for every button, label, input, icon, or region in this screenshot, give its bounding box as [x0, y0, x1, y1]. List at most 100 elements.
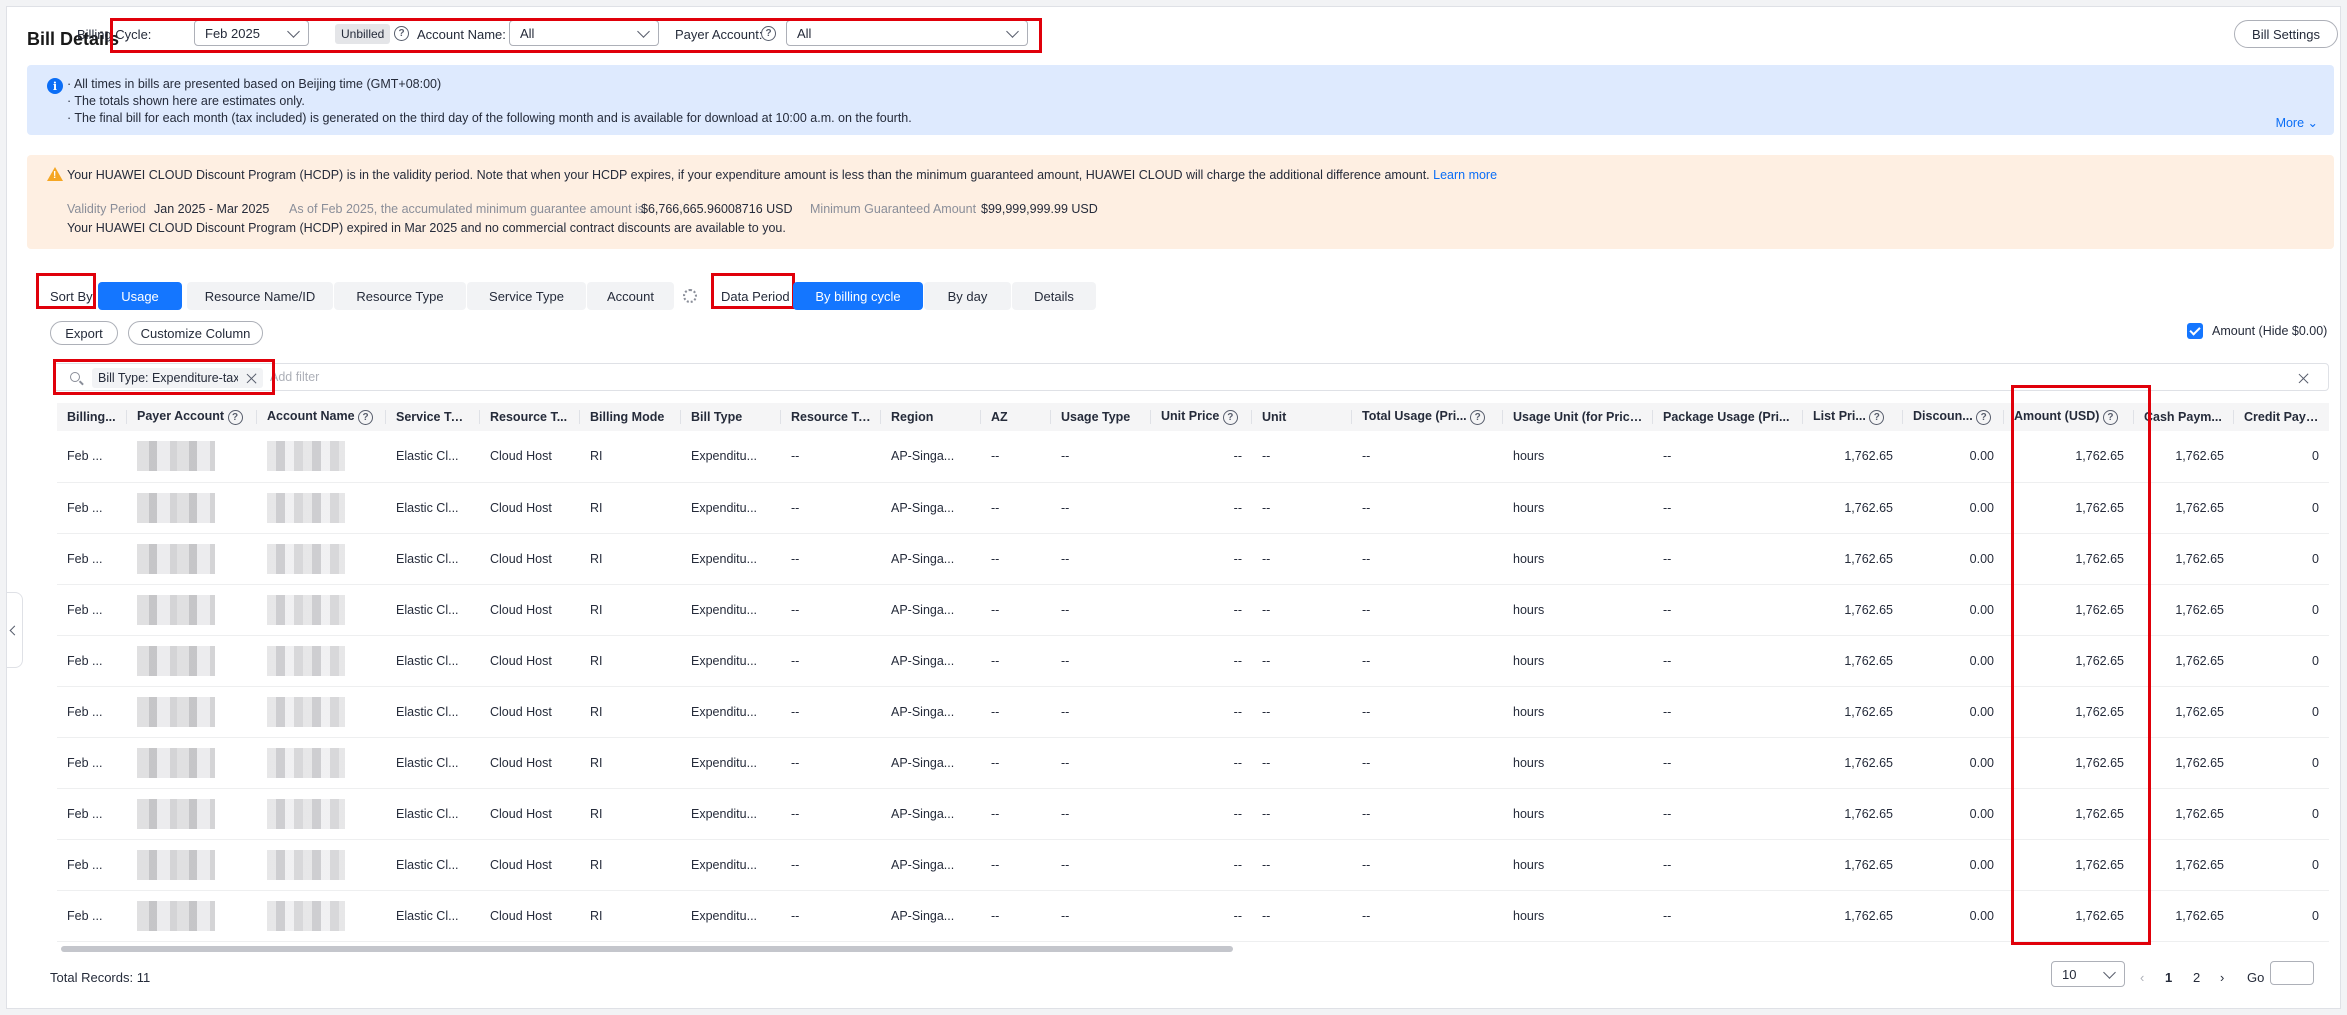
- col-resource-tag[interactable]: Resource Tag: [781, 403, 881, 431]
- col-list-price[interactable]: List Pri... ?: [1803, 403, 1903, 431]
- next-page-icon[interactable]: ›: [2220, 970, 2224, 985]
- col-usage-unit[interactable]: Usage Unit (for Prici...: [1503, 403, 1653, 431]
- info-line: · The final bill for each month (tax inc…: [67, 111, 912, 125]
- filter-bar[interactable]: Bill Type: Expenditure-tax Add filter: [53, 363, 2329, 391]
- col-resource-type[interactable]: Resource T...: [480, 403, 580, 431]
- cell-region: AP-Singa...: [881, 686, 981, 738]
- col-bill-type[interactable]: Bill Type: [681, 403, 781, 431]
- col-billing-cycle[interactable]: Billing...: [57, 403, 127, 431]
- col-package-usage[interactable]: Package Usage (Pri...: [1653, 403, 1803, 431]
- col-usage-type[interactable]: Usage Type: [1051, 403, 1151, 431]
- cell-resource-type: Cloud Host: [480, 533, 580, 585]
- clear-filter-icon[interactable]: [2298, 373, 2309, 384]
- cell-unit: --: [1252, 431, 1352, 483]
- close-icon[interactable]: [246, 373, 257, 384]
- table-row[interactable]: Feb ... Elastic Cl... Cloud Host RI Expendit…: [57, 431, 2329, 483]
- table-row[interactable]: Feb ... Elastic Cl... Cloud Host RI Expendit…: [57, 890, 2329, 942]
- cell-amount: 1,762.65: [2004, 686, 2134, 738]
- redacted-value: [267, 696, 345, 727]
- cell-service: Elastic Cl...: [386, 839, 480, 891]
- redacted-value: [137, 900, 215, 931]
- gear-icon[interactable]: [683, 289, 697, 303]
- cell-mode: RI: [580, 482, 681, 534]
- tab-details[interactable]: Details: [1012, 282, 1096, 310]
- col-amount[interactable]: Amount (USD) ?: [2004, 403, 2134, 431]
- col-az[interactable]: AZ: [981, 403, 1051, 431]
- col-unit[interactable]: Unit: [1252, 403, 1352, 431]
- table-row[interactable]: Feb ... Elastic Cl... Cloud Host RI Expendit…: [57, 584, 2329, 636]
- cell-total-usage: --: [1352, 584, 1503, 636]
- col-billing-mode[interactable]: Billing Mode: [580, 403, 681, 431]
- sidebar-collapse-handle[interactable]: [7, 592, 23, 668]
- cell-package: --: [1653, 533, 1803, 585]
- col-credit-payment[interactable]: Credit Payme: [2234, 403, 2329, 431]
- filter-tag[interactable]: Bill Type: Expenditure-tax: [92, 368, 263, 388]
- cell-unit-price: --: [1151, 890, 1252, 942]
- table-row[interactable]: Feb ... Elastic Cl... Cloud Host RI Expendit…: [57, 482, 2329, 534]
- table-row[interactable]: Feb ... Elastic Cl... Cloud Host RI Expendit…: [57, 737, 2329, 789]
- tab-account[interactable]: Account: [587, 282, 674, 310]
- cell-credit: 0: [2234, 431, 2329, 483]
- more-link[interactable]: More ⌄: [2276, 115, 2318, 130]
- tab-service-type[interactable]: Service Type: [467, 282, 586, 310]
- tab-by-day[interactable]: By day: [924, 282, 1011, 310]
- help-icon[interactable]: ?: [394, 26, 409, 41]
- table-row[interactable]: Feb ... Elastic Cl... Cloud Host RI Expendit…: [57, 788, 2329, 840]
- col-total-usage[interactable]: Total Usage (Pri... ?: [1352, 403, 1503, 431]
- table-row[interactable]: Feb ... Elastic Cl... Cloud Host RI Expendit…: [57, 839, 2329, 891]
- cell-amount: 1,762.65: [2004, 431, 2134, 483]
- cell-bill-type: Expenditu...: [681, 737, 781, 789]
- tab-resource-type[interactable]: Resource Type: [334, 282, 466, 310]
- help-icon[interactable]: ?: [761, 26, 776, 41]
- horizontal-scrollbar[interactable]: [61, 946, 1233, 952]
- cell-amount: 1,762.65: [2004, 839, 2134, 891]
- redacted-value: [267, 900, 345, 931]
- cell-total-usage: --: [1352, 737, 1503, 789]
- cell-tag: --: [781, 584, 881, 636]
- learn-more-link[interactable]: Learn more: [1433, 168, 1497, 182]
- bill-settings-button[interactable]: Bill Settings: [2234, 20, 2338, 48]
- col-discount[interactable]: Discoun... ?: [1903, 403, 2004, 431]
- redacted-value: [267, 849, 345, 880]
- col-service-type[interactable]: Service Type: [386, 403, 480, 431]
- payer-account-select[interactable]: All: [786, 20, 1028, 46]
- col-payer-account[interactable]: Payer Account ?: [127, 403, 257, 431]
- cell-billing: Feb ...: [57, 686, 127, 738]
- cell-amount: 1,762.65: [2004, 737, 2134, 789]
- cell-service: Elastic Cl...: [386, 482, 480, 534]
- table-row[interactable]: Feb ... Elastic Cl... Cloud Host RI Expendit…: [57, 686, 2329, 738]
- cell-service: Elastic Cl...: [386, 635, 480, 687]
- filter-input[interactable]: Add filter: [270, 370, 319, 384]
- col-cash-payment[interactable]: Cash Paym...: [2134, 403, 2234, 431]
- cell-usage-unit: hours: [1503, 584, 1653, 636]
- page-size-select[interactable]: 10: [2051, 961, 2125, 987]
- cell-unit-price: --: [1151, 839, 1252, 891]
- col-region[interactable]: Region: [881, 403, 981, 431]
- customize-column-button[interactable]: Customize Column: [128, 321, 263, 345]
- tab-by-billing-cycle[interactable]: By billing cycle: [793, 282, 923, 310]
- export-button[interactable]: Export: [50, 321, 118, 345]
- cell-az: --: [981, 482, 1051, 534]
- col-unit-price[interactable]: Unit Price ?: [1151, 403, 1252, 431]
- page-1[interactable]: 1: [2165, 970, 2172, 985]
- tab-usage[interactable]: Usage: [98, 282, 182, 310]
- redacted-value: [137, 492, 215, 523]
- payer-account-cell: [127, 890, 257, 942]
- col-account-name[interactable]: Account Name ?: [257, 403, 386, 431]
- validity-label: Validity Period: [67, 202, 146, 216]
- tab-resource-name[interactable]: Resource Name/ID: [187, 282, 333, 310]
- billing-cycle-select[interactable]: Feb 2025: [194, 20, 309, 46]
- account-name-select[interactable]: All: [509, 20, 659, 46]
- table-row[interactable]: Feb ... Elastic Cl... Cloud Host RI Expendit…: [57, 533, 2329, 585]
- cell-credit: 0: [2234, 635, 2329, 687]
- cell-bill-type: Expenditu...: [681, 584, 781, 636]
- page-2[interactable]: 2: [2193, 970, 2200, 985]
- cell-mode: RI: [580, 431, 681, 483]
- go-page-input[interactable]: [2270, 961, 2314, 985]
- cell-region: AP-Singa...: [881, 737, 981, 789]
- table-row[interactable]: Feb ... Elastic Cl... Cloud Host RI Expendit…: [57, 635, 2329, 687]
- hcdp-expired-note: Your HUAWEI CLOUD Discount Program (HCDP…: [67, 221, 786, 235]
- help-icon: ?: [1222, 410, 1238, 426]
- hide-zero-checkbox[interactable]: [2187, 323, 2203, 339]
- prev-page-icon[interactable]: ‹: [2140, 970, 2144, 985]
